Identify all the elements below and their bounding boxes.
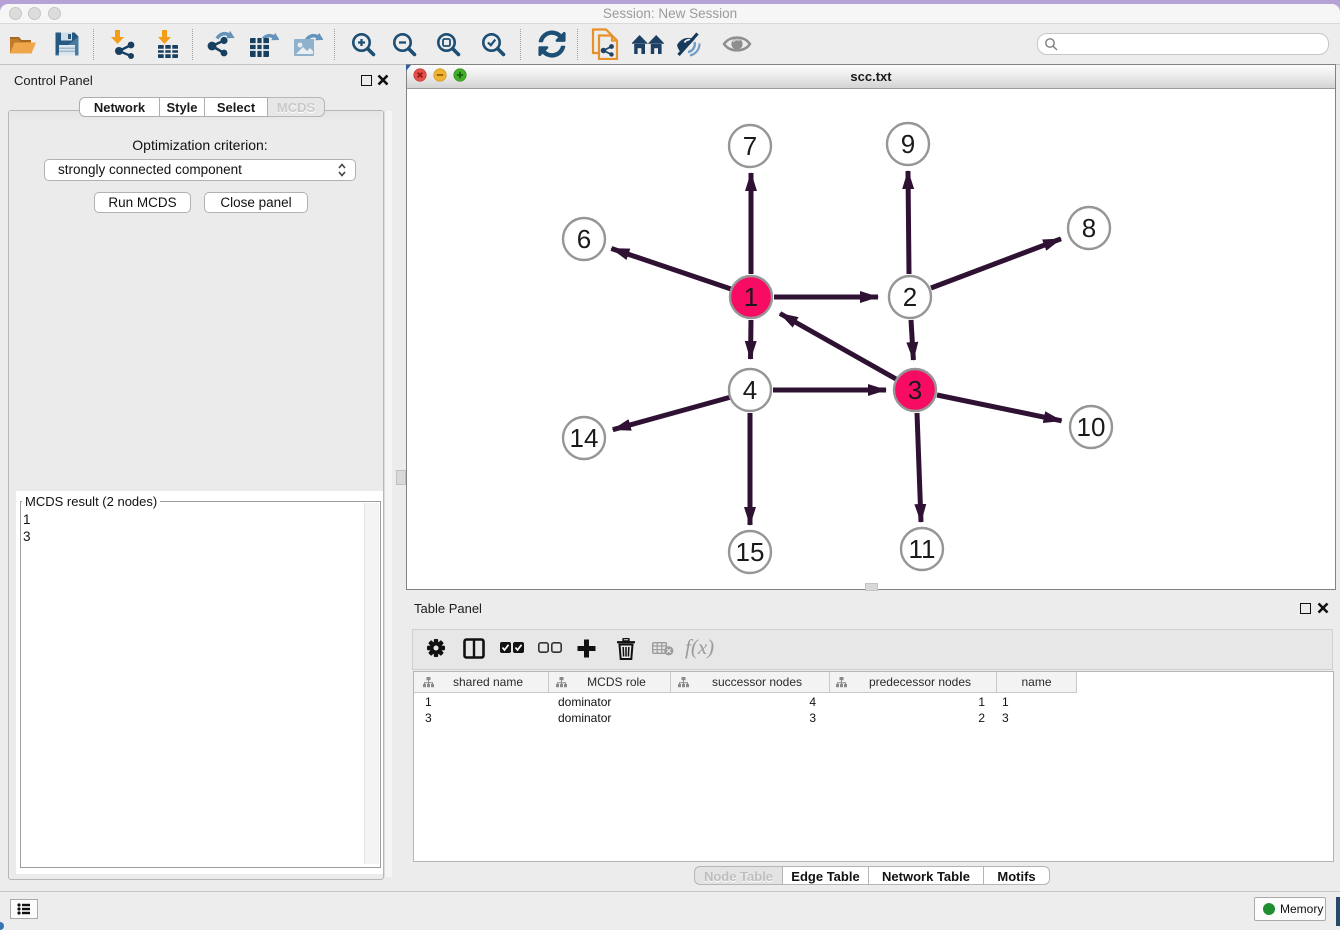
svg-text:9: 9	[901, 129, 915, 159]
svg-text:11: 11	[909, 534, 936, 564]
svg-text:10: 10	[1077, 412, 1106, 442]
svg-text:1: 1	[744, 282, 758, 312]
svg-text:15: 15	[736, 537, 765, 567]
svg-text:14: 14	[570, 423, 599, 453]
svg-text:6: 6	[577, 224, 591, 254]
svg-text:7: 7	[743, 131, 757, 161]
svg-text:8: 8	[1082, 213, 1096, 243]
svg-text:2: 2	[903, 282, 917, 312]
svg-text:3: 3	[908, 375, 922, 405]
svg-text:4: 4	[743, 375, 757, 405]
